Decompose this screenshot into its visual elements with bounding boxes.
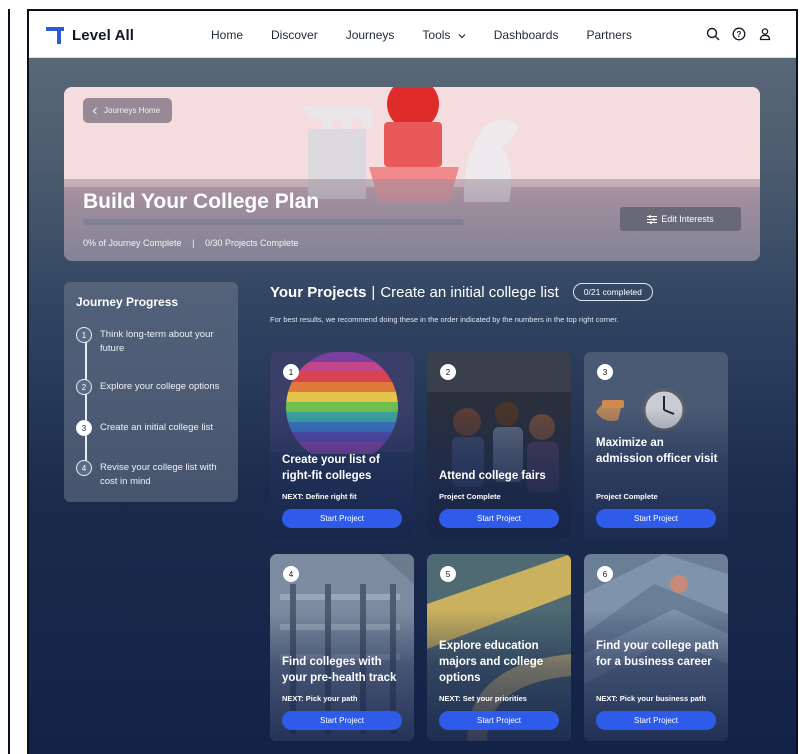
nav-tools[interactable]: Tools bbox=[422, 28, 466, 42]
card-number: 1 bbox=[283, 364, 299, 380]
top-nav: Level All Home Discover Journeys Tools D… bbox=[29, 11, 796, 58]
card-number: 3 bbox=[597, 364, 613, 380]
step-number: 1 bbox=[76, 327, 92, 343]
edit-interests-button[interactable]: Edit Interests bbox=[620, 207, 741, 231]
card-number: 6 bbox=[597, 566, 613, 582]
journey-progress-heading: Journey Progress bbox=[76, 295, 179, 309]
logo-mark-icon bbox=[46, 25, 64, 45]
projects-separator: | bbox=[371, 283, 376, 301]
help-icon[interactable]: ? bbox=[730, 25, 748, 43]
card-next: NEXT: Set your priorities bbox=[439, 694, 527, 703]
app-window: Level All Home Discover Journeys Tools D… bbox=[27, 9, 798, 754]
journey-complete-text: 0% of Journey Complete bbox=[83, 238, 182, 248]
journeys-home-label: Journeys Home bbox=[104, 106, 161, 115]
stats-divider: | bbox=[192, 238, 195, 248]
card-title: Explore education majors and college opt… bbox=[439, 640, 544, 684]
nav-tools-label: Tools bbox=[422, 28, 451, 42]
project-card-2[interactable]: 2 Attend college fairs Project Complete … bbox=[427, 352, 571, 539]
card-title: Attend college fairs bbox=[439, 470, 546, 482]
project-card-5[interactable]: 5 Explore education majors and college o… bbox=[427, 554, 571, 741]
nav-icons: ? bbox=[696, 25, 774, 43]
step-label: Revise your college list with cost in mi… bbox=[100, 462, 217, 487]
start-project-button[interactable]: Start Project bbox=[282, 711, 402, 730]
nav-links: Home Discover Journeys Tools Dashboards … bbox=[211, 28, 660, 42]
hero-banner: Journeys Home Build Your College Plan 0%… bbox=[64, 87, 760, 261]
search-icon[interactable] bbox=[704, 25, 722, 43]
edit-interests-label: Edit Interests bbox=[661, 214, 714, 224]
projects-subtitle: Create an initial college list bbox=[380, 283, 559, 301]
journey-step-2[interactable]: 2 Explore your college options bbox=[76, 379, 224, 395]
sliders-icon bbox=[647, 214, 658, 224]
card-next: Project Complete bbox=[596, 492, 658, 501]
journey-step-4[interactable]: 4 Revise your college list with cost in … bbox=[76, 460, 224, 489]
card-number: 5 bbox=[440, 566, 456, 582]
card-title: Find colleges with your pre-health track bbox=[282, 656, 397, 684]
step-label: Explore your college options bbox=[100, 381, 220, 392]
project-card-3[interactable]: 3 Maximize an admission officer visit Pr… bbox=[584, 352, 728, 539]
step-number: 2 bbox=[76, 379, 92, 395]
card-next: NEXT: Pick your business path bbox=[596, 694, 707, 703]
projects-header: Your Projects | Create an initial colleg… bbox=[270, 283, 653, 301]
nav-discover[interactable]: Discover bbox=[271, 28, 318, 42]
step-label: Create an initial college list bbox=[100, 422, 214, 433]
user-icon[interactable] bbox=[756, 25, 774, 43]
journeys-home-button[interactable]: Journeys Home bbox=[83, 98, 172, 123]
card-next: NEXT: Define right fit bbox=[282, 492, 357, 501]
chevron-left-icon bbox=[92, 107, 97, 114]
projects-complete-text: 0/30 Projects Complete bbox=[204, 238, 299, 248]
page-title: Build Your College Plan bbox=[83, 190, 320, 213]
nav-partners[interactable]: Partners bbox=[586, 28, 631, 42]
logo[interactable]: Level All bbox=[46, 25, 134, 45]
projects-heading: Your Projects bbox=[270, 283, 367, 301]
completed-badge: 0/21 completed bbox=[572, 283, 653, 301]
card-title: Maximize an admission officer visit bbox=[596, 437, 718, 465]
svg-text:?: ? bbox=[737, 30, 742, 39]
start-project-button[interactable]: Start Project bbox=[596, 711, 716, 730]
card-next: Project Complete bbox=[439, 492, 501, 501]
step-number: 3 bbox=[76, 420, 92, 436]
start-project-button[interactable]: Start Project bbox=[439, 711, 559, 730]
project-card-4[interactable]: 4 Find colleges with your pre-health tra… bbox=[270, 554, 414, 741]
project-card-6[interactable]: 6 Find your college path for a business … bbox=[584, 554, 728, 741]
start-project-button[interactable]: Start Project bbox=[439, 509, 559, 528]
journey-progress-line bbox=[85, 342, 87, 472]
journey-step-3[interactable]: 3 Create an initial college list bbox=[76, 420, 224, 436]
projects-hint: For best results, we recommend doing the… bbox=[270, 315, 619, 324]
card-number: 2 bbox=[440, 364, 456, 380]
journey-step-1[interactable]: 1 Think long-term about your future bbox=[76, 327, 224, 356]
start-project-button[interactable]: Start Project bbox=[596, 509, 716, 528]
step-number: 4 bbox=[76, 460, 92, 476]
nav-home[interactable]: Home bbox=[211, 28, 243, 42]
card-title: Find your college path for a business ca… bbox=[596, 640, 719, 668]
step-label: Think long-term about your future bbox=[100, 329, 214, 354]
project-card-1[interactable]: 1 Create your list of right-fit colleges… bbox=[270, 352, 414, 539]
nav-dashboards[interactable]: Dashboards bbox=[494, 28, 559, 42]
card-title: Create your list of right-fit colleges bbox=[282, 454, 380, 482]
logo-text: Level All bbox=[72, 26, 135, 44]
nav-journeys[interactable]: Journeys bbox=[346, 28, 395, 42]
journey-progress-panel: Journey Progress 1 Think long-term about… bbox=[64, 282, 238, 502]
start-project-button[interactable]: Start Project bbox=[282, 509, 402, 528]
card-number: 4 bbox=[283, 566, 299, 582]
left-window-edge bbox=[0, 9, 10, 754]
chevron-down-icon bbox=[458, 34, 466, 39]
card-next: NEXT: Pick your path bbox=[282, 694, 358, 703]
journey-progress-bar bbox=[83, 219, 464, 225]
journey-stats: 0% of Journey Complete | 0/30 Projects C… bbox=[83, 238, 298, 248]
